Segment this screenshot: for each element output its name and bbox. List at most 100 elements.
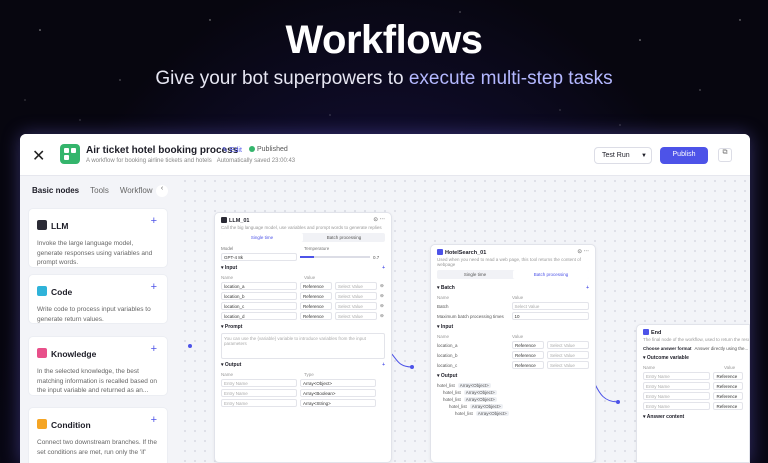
input-name-field[interactable]: location_d [221,312,297,320]
value-column: Value [512,334,524,339]
remove-icon[interactable]: ⊖ [380,313,384,319]
reference-select[interactable]: Reference [300,312,332,320]
llm-node[interactable]: LLM_01 ⊙ ⋯ Call the big language model, u… [214,212,392,463]
end-node[interactable]: End The final node of the workflow, used… [636,324,750,463]
outcome-name-field[interactable]: Entry Name [643,372,711,380]
add-node-icon[interactable]: + [151,343,157,355]
collapse-sidebar-icon[interactable]: ‹ [156,185,168,197]
more-icon[interactable]: ⊙ ⋯ [577,249,589,255]
mode-toggle[interactable]: Single time Batch processing [437,270,589,279]
temperature-label: Temperature [304,246,330,251]
hotel-search-node[interactable]: HotelSearch_01 ⊙ ⋯ Used when you need to … [430,244,596,463]
node-card-knowledge[interactable]: Knowledge + In the selected knowledge, t… [28,336,168,396]
value-select[interactable]: Select Value [547,351,589,359]
outcome-name-field[interactable]: Entry Name [643,402,711,410]
max-batch-label: Maximum batch processing times [437,313,504,319]
workflow-description-text: A workflow for booking airline tickets a… [86,158,212,164]
input-name-field[interactable]: location_c [221,302,297,310]
reference-select[interactable]: Reference [512,351,544,359]
chevron-down-icon[interactable]: ▼ [641,153,647,159]
batch-field-label: Batch [437,303,449,309]
output-section-title: ▾ Output [437,373,458,379]
outcome-name-field[interactable]: Entry Name [643,382,711,390]
input-row: location_c Reference Select Value [431,360,595,370]
reference-select[interactable]: Reference [512,361,544,369]
prompt-textarea[interactable]: You can use the {variable} variable to i… [221,333,385,359]
node-card-code[interactable]: Code + Write code to process input varia… [28,274,168,324]
node-description: Call the big language model, use variabl… [221,225,382,230]
reference-select[interactable]: Reference [713,402,743,410]
value-select[interactable]: Select Value [547,341,589,349]
add-node-icon[interactable]: + [151,414,157,426]
tab-tools[interactable]: Tools [90,186,109,195]
test-run-button[interactable]: Test Run ▼ [594,147,652,164]
workflow-description: A workflow for booking airline tickets a… [86,158,295,164]
mode-batch[interactable]: Batch processing [303,233,385,242]
remove-icon[interactable]: ⊖ [380,293,384,299]
history-icon[interactable]: ⧉ [718,148,732,162]
value-select[interactable]: Select Value [335,282,377,290]
more-icon[interactable]: ⊙ ⋯ [373,217,385,223]
reference-select[interactable]: Reference [713,392,743,400]
value-select[interactable]: Select Value [335,312,377,320]
status-badge: Published [249,146,288,153]
publish-button[interactable]: Publish [660,147,708,164]
remove-icon[interactable]: ⊖ [380,283,384,289]
model-label: Model [221,246,234,251]
output-name-field[interactable]: Entry Name [221,389,297,397]
add-input-icon[interactable]: + [382,265,385,271]
status-label: Published [257,146,288,153]
tab-basic-nodes[interactable]: Basic nodes [32,186,79,195]
output-name: hotel_list [443,390,461,395]
edit-button[interactable]: ✎ Edit [222,146,242,154]
tab-workflow[interactable]: Workflow [120,186,153,195]
outcome-name-field[interactable]: Entry Name [643,392,711,400]
node-card-name: Code [51,287,73,297]
mode-single[interactable]: Single time [437,270,513,279]
add-output-icon[interactable]: + [382,362,385,368]
input-name-field[interactable]: location_b [221,292,297,300]
mode-batch[interactable]: Batch processing [513,270,589,279]
value-select[interactable]: Select Value [335,292,377,300]
value-column: Value [304,275,316,280]
output-name: hotel_list [443,397,461,402]
output-type-select[interactable]: Array<Object> [300,379,376,387]
reference-select[interactable]: Reference [713,372,743,380]
edit-label: Edit [229,147,242,154]
temperature-slider[interactable] [300,256,370,258]
input-row: location_a Reference Select Value [431,340,595,350]
output-type: Array<Object> [463,390,497,395]
mode-single[interactable]: Single time [221,233,303,242]
answer-format-select[interactable]: Answer directly using the... [695,346,749,351]
output-type-select[interactable]: Array<Boolean> [300,389,376,397]
workflow-canvas[interactable]: LLM_01 ⊙ ⋯ Call the big language model, u… [180,176,750,463]
value-select[interactable]: Select Value [547,361,589,369]
output-type-select[interactable]: Array<String> [300,399,376,407]
reference-select[interactable]: Reference [300,282,332,290]
close-icon[interactable]: ✕ [32,146,45,166]
prompt-section-title: ▾ Prompt [221,324,243,330]
node-description: The final node of the workflow, used to … [643,337,749,342]
add-batch-icon[interactable]: + [586,285,589,291]
reference-select[interactable]: Reference [300,292,332,300]
output-name-field[interactable]: Entry Name [221,379,297,387]
reference-select[interactable]: Reference [300,302,332,310]
model-select[interactable]: GPT-4 8k [221,253,297,261]
hero-subtitle-plain: Give your bot superpowers to [155,68,409,89]
mode-toggle[interactable]: Single time Batch processing [221,233,385,242]
reference-select[interactable]: Reference [713,382,743,390]
output-name-field[interactable]: Entry Name [221,399,297,407]
max-batch-input[interactable]: 10 [511,312,589,320]
input-name-field[interactable]: location_a [221,282,297,290]
add-node-icon[interactable]: + [151,281,157,293]
batch-value-select[interactable]: Select Value [511,302,589,310]
value-select[interactable]: Select Value [335,302,377,310]
node-card-llm[interactable]: LLM + Invoke the large language model, g… [28,208,168,268]
sidebar-tabs: Basic nodes Tools Workflow [32,186,164,195]
reference-select[interactable]: Reference [512,341,544,349]
input-name: location_a [437,342,458,348]
node-card-condition[interactable]: Condition + Connect two downstream branc… [28,407,168,463]
add-node-icon[interactable]: + [151,215,157,227]
remove-icon[interactable]: ⊖ [380,303,384,309]
pencil-icon: ✎ [222,147,228,154]
